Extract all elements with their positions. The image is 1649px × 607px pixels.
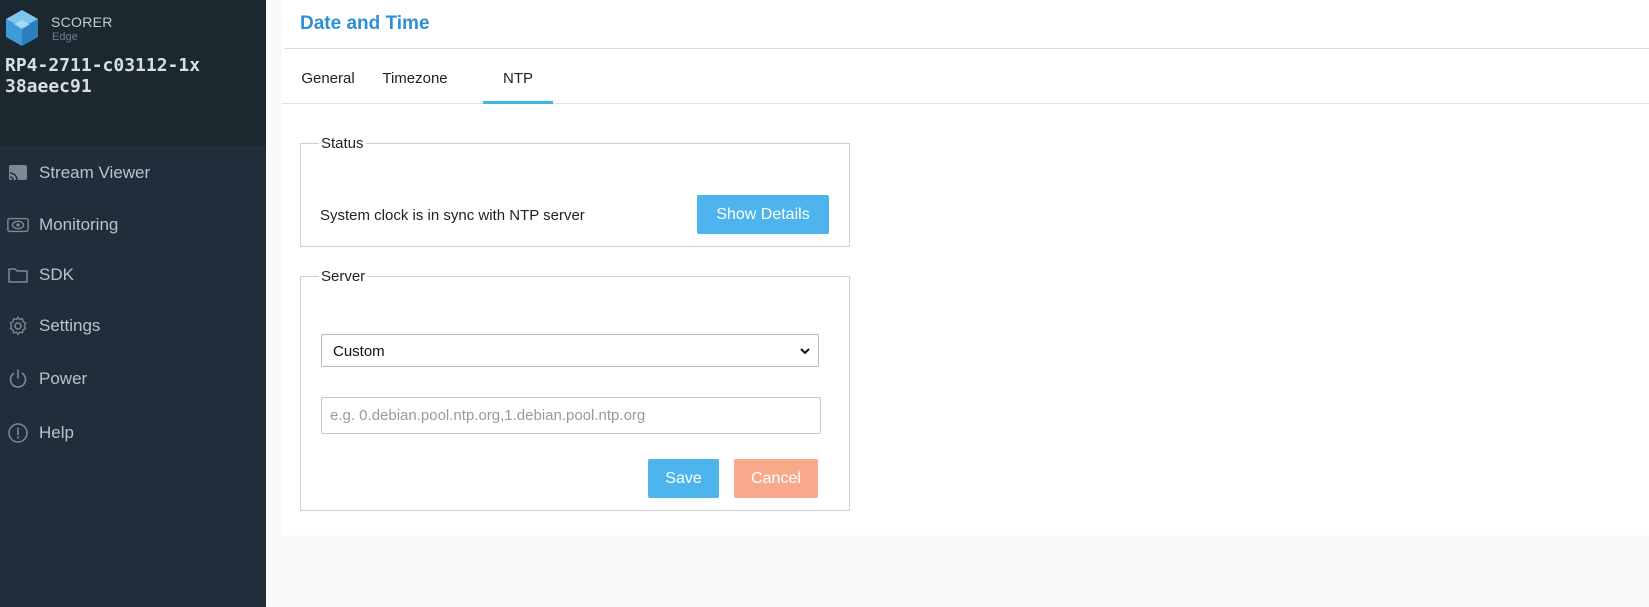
sidebar-item-help[interactable]: Help — [0, 413, 266, 453]
tab-timezone[interactable]: Timezone — [378, 49, 452, 104]
server-select[interactable]: Custom — [321, 334, 819, 367]
sidebar-item-power[interactable]: Power — [0, 359, 266, 399]
sidebar-item-label: Power — [39, 369, 88, 388]
device-name-line2: 38aeec91 — [5, 76, 92, 97]
eye-icon — [6, 213, 30, 237]
sidebar-item-label: SDK — [39, 265, 74, 284]
sidebar-item-monitoring[interactable]: Monitoring — [0, 205, 266, 245]
server-select-value: Custom — [333, 343, 385, 360]
brand-header: SCORER Edge RP4-2711-c03112-1x 38aeec91 — [0, 0, 266, 146]
content-card: Date and Time General Timezone NTP Statu… — [282, 0, 1649, 535]
tab-general[interactable]: General — [300, 49, 356, 104]
sidebar-item-settings[interactable]: Settings — [0, 306, 266, 346]
brand-subtitle: Edge — [52, 31, 78, 43]
chevron-down-icon — [800, 348, 810, 355]
device-name: RP4-2711-c03112-1x 38aeec91 — [5, 55, 200, 97]
cancel-button[interactable]: Cancel — [734, 459, 818, 498]
show-details-button[interactable]: Show Details — [697, 195, 829, 234]
brand-name: SCORER — [51, 14, 113, 30]
sidebar-item-stream-viewer[interactable]: Stream Viewer — [0, 153, 266, 193]
tab-bar: General Timezone NTP — [282, 49, 1649, 104]
save-button[interactable]: Save — [648, 459, 719, 498]
gear-icon — [6, 314, 30, 338]
sidebar-item-label: Monitoring — [39, 215, 119, 234]
tab-ntp[interactable]: NTP — [483, 49, 553, 104]
cast-icon — [6, 161, 30, 185]
server-legend: Server — [321, 268, 366, 285]
sync-status-text: System clock is in sync with NTP server — [320, 207, 585, 224]
ntp-server-input[interactable] — [321, 397, 821, 434]
server-fieldset: Server Custom Save Cancel — [300, 268, 850, 511]
folder-icon — [6, 263, 30, 287]
sidebar-item-label: Help — [39, 423, 74, 442]
power-icon — [6, 367, 30, 391]
info-icon — [6, 421, 30, 445]
sidebar-item-sdk[interactable]: SDK — [0, 255, 266, 295]
device-name-line1: RP4-2711-c03112-1x — [5, 55, 201, 76]
status-legend: Status — [321, 135, 364, 152]
sidebar-item-label: Stream Viewer — [39, 163, 151, 182]
sidebar: SCORER Edge RP4-2711-c03112-1x 38aeec91 … — [0, 0, 266, 607]
page-title: Date and Time — [300, 13, 430, 34]
sidebar-item-label: Settings — [39, 316, 101, 335]
status-fieldset: Status System clock is in sync with NTP … — [300, 135, 850, 247]
scorer-logo-icon — [6, 10, 38, 46]
